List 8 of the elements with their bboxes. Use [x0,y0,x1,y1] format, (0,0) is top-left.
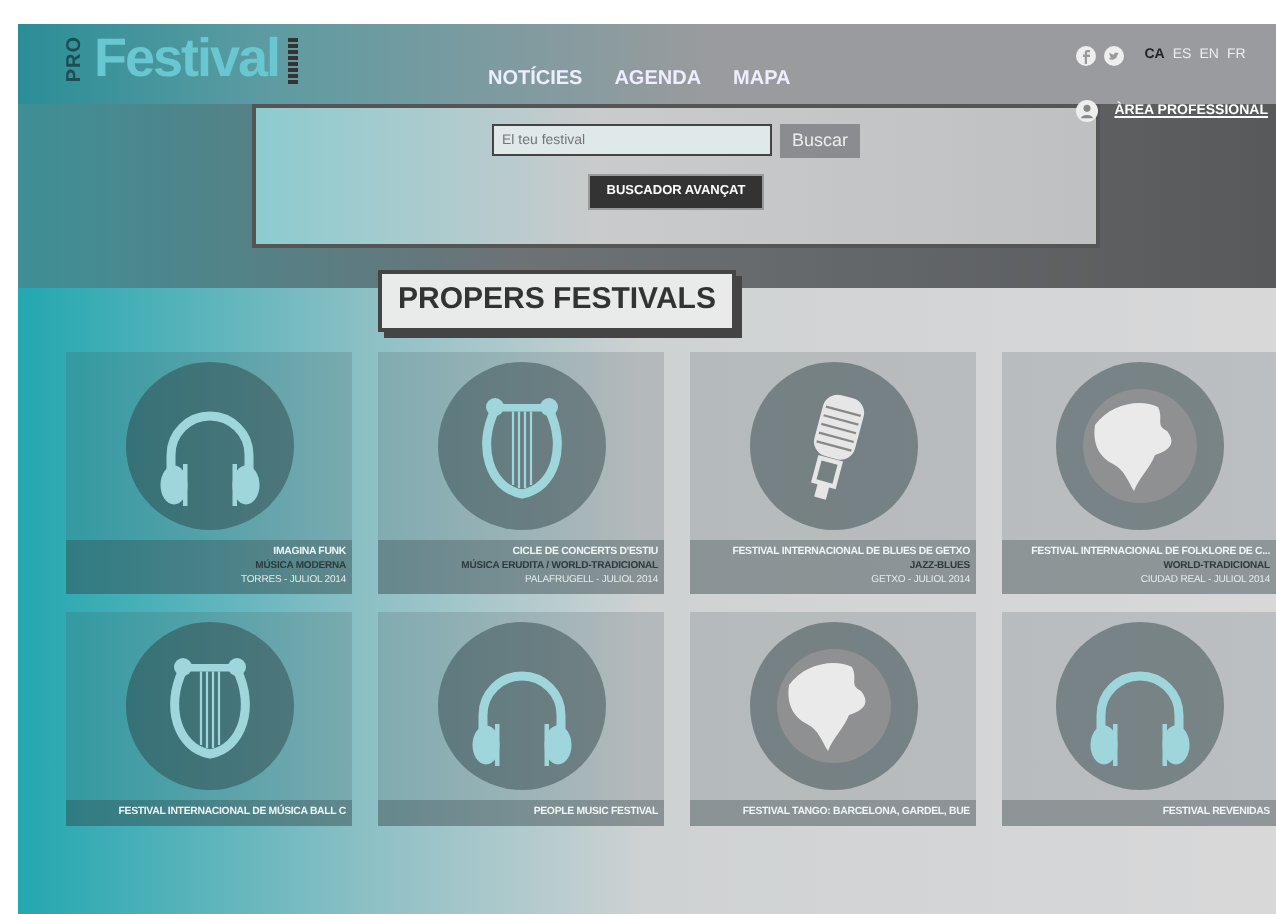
logo-prefix[interactable]: PRO [66,35,86,83]
nav-link[interactable]: NOTÍCIES [471,64,599,94]
nav-link[interactable]: MAPA [717,64,807,94]
nav-link[interactable]: AGENDA [598,64,718,94]
dotted-bar-icon [287,35,298,83]
globe-icon [773,645,893,766]
search-button[interactable]: Buscar [779,124,860,158]
globe-icon [1079,385,1199,505]
